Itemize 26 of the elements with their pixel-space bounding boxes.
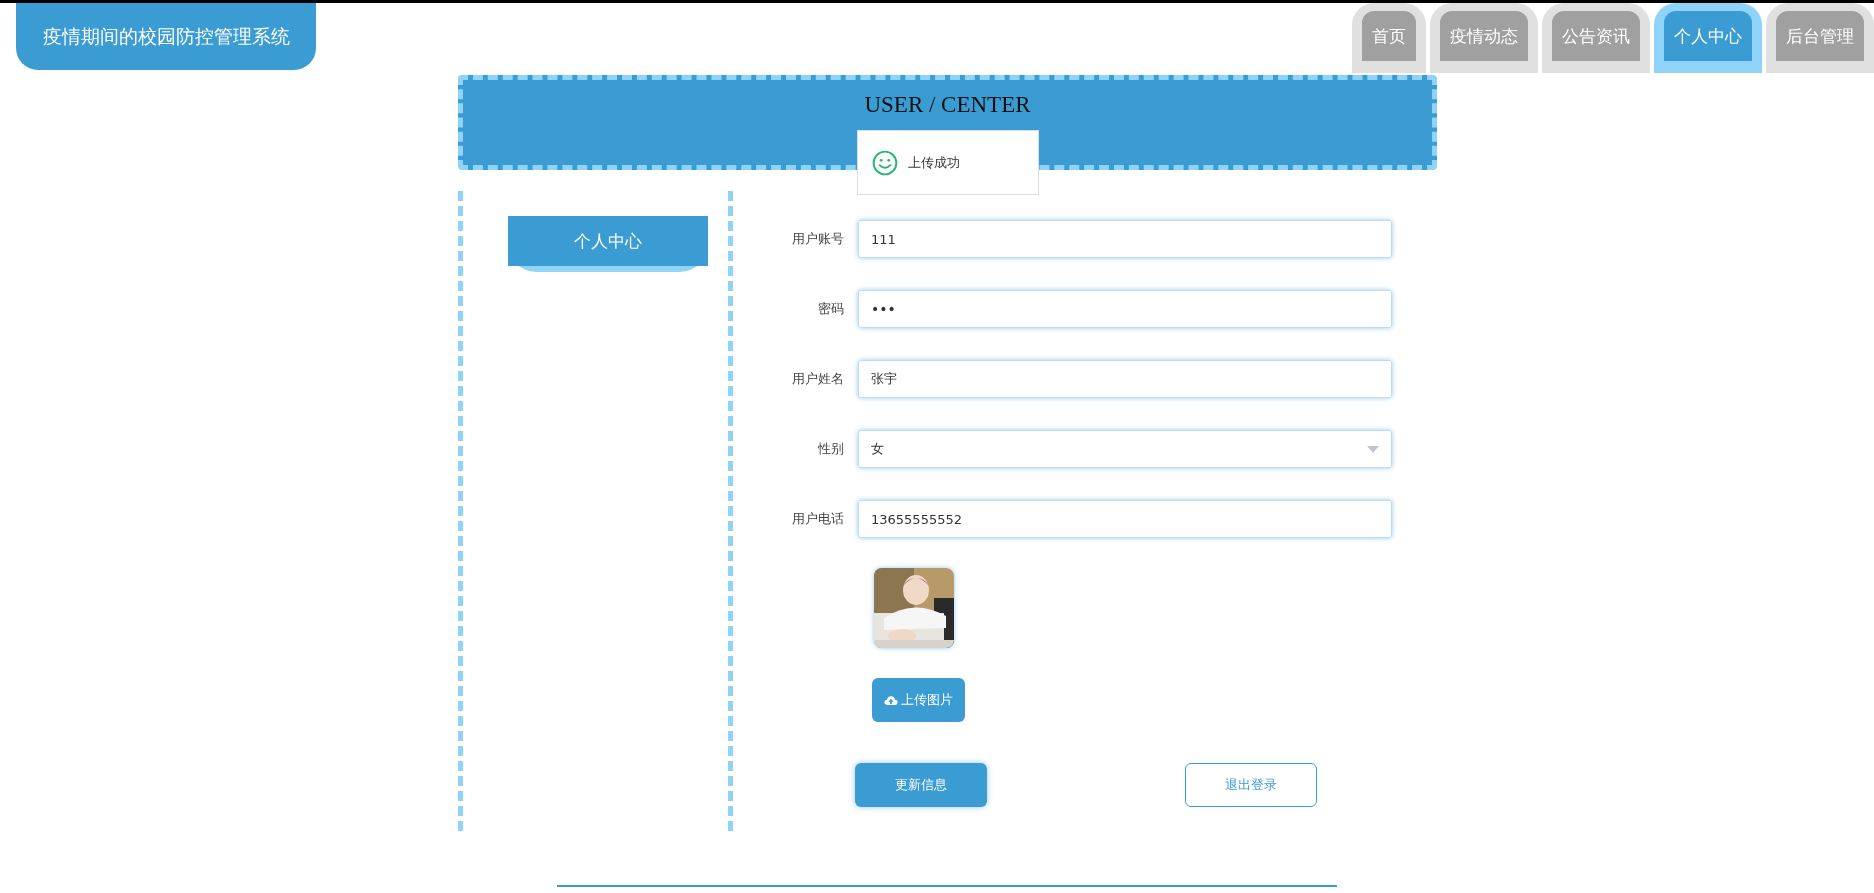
input-field[interactable]: 张宇 xyxy=(858,360,1392,398)
caret-icon xyxy=(1367,445,1379,453)
field-label: 用户账号 xyxy=(791,230,845,248)
input-field[interactable]: 111 xyxy=(858,220,1392,258)
update-button[interactable]: 更新信息 xyxy=(855,763,987,807)
cloud-upload-icon xyxy=(884,694,898,706)
toast-message: 上传成功 xyxy=(908,153,960,172)
field-label: 用户姓名 xyxy=(791,370,845,388)
site-title: 疫情期间的校园防控管理系统 xyxy=(16,3,316,70)
smile-icon xyxy=(872,149,898,176)
banner-title: USER / CENTER xyxy=(864,92,1031,119)
nav-tab[interactable]: 疫情动态 xyxy=(1440,11,1528,61)
field-label: 密码 xyxy=(817,300,845,318)
input-field[interactable]: 13655555552 xyxy=(858,500,1392,538)
field-label: 用户电话 xyxy=(791,510,845,528)
select-value: 女 xyxy=(871,440,884,458)
nav-tab[interactable]: 个人中心 xyxy=(1664,11,1752,61)
field-label: 性别 xyxy=(817,440,845,458)
upload-button[interactable]: 上传图片 xyxy=(872,678,965,722)
nav-tab[interactable]: 公告资讯 xyxy=(1552,11,1640,61)
nav-tab[interactable]: 首页 xyxy=(1362,11,1416,61)
password-field[interactable]: ••• xyxy=(858,290,1392,328)
logout-button[interactable]: 退出登录 xyxy=(1185,763,1317,807)
gender-select[interactable]: 女 xyxy=(858,430,1392,468)
sidebar-item[interactable]: 个人中心 xyxy=(508,216,708,266)
nav-tab[interactable]: 后台管理 xyxy=(1776,11,1864,61)
